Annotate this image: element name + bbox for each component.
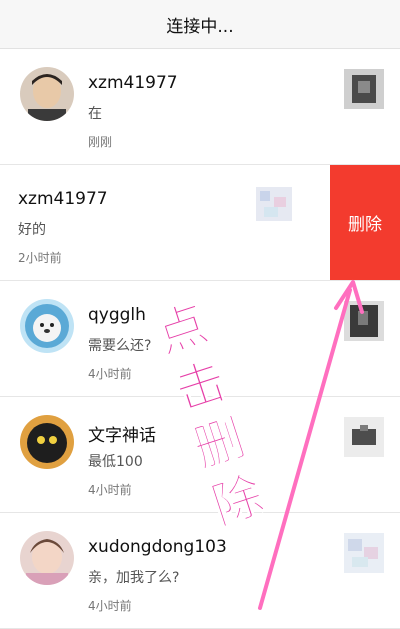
conversation-row[interactable]: xudongdong103 亲，加我了么? 4小时前 xyxy=(0,513,400,629)
user-avatar[interactable] xyxy=(20,531,74,585)
conversation-row[interactable]: 文字神话 最低100 4小时前 xyxy=(0,397,400,513)
message-time: 刚刚 xyxy=(88,135,113,149)
item-thumbnail[interactable] xyxy=(344,417,384,457)
conversation-row[interactable]: qygglh 需要么还? 4小时前 xyxy=(0,281,400,397)
last-message: 最低100 xyxy=(88,454,143,470)
user-avatar[interactable] xyxy=(20,67,74,121)
last-message: 亲，加我了么? xyxy=(88,570,180,586)
contact-name: qygglh xyxy=(88,305,146,325)
connection-status-title: 连接中... xyxy=(166,16,234,37)
contact-name: xzm41977 xyxy=(88,73,178,93)
message-time: 4小时前 xyxy=(88,599,132,613)
message-time: 4小时前 xyxy=(88,483,132,497)
contact-name: xudongdong103 xyxy=(88,537,227,557)
conversation-row-swiped[interactable]: xzm41977 好的 2小时前 删除 xyxy=(0,165,400,281)
contact-name: xzm41977 xyxy=(18,189,108,209)
user-avatar[interactable] xyxy=(20,415,74,469)
conversation-list: xzm41977 在 刚刚 xzm41977 好的 2小时前 删除 qygglh… xyxy=(0,49,400,629)
delete-button[interactable]: 删除 xyxy=(330,165,400,280)
last-message: 需要么还? xyxy=(88,338,152,354)
item-thumbnail[interactable] xyxy=(344,69,384,109)
message-time: 4小时前 xyxy=(88,367,132,381)
last-message: 在 xyxy=(88,106,102,122)
item-thumbnail[interactable] xyxy=(344,533,384,573)
item-thumbnail[interactable] xyxy=(256,187,292,221)
item-thumbnail[interactable] xyxy=(344,301,384,341)
message-time: 2小时前 xyxy=(18,251,62,265)
conversation-row[interactable]: xzm41977 在 刚刚 xyxy=(0,49,400,165)
user-avatar[interactable] xyxy=(20,299,74,353)
contact-name: 文字神话 xyxy=(88,426,156,446)
last-message: 好的 xyxy=(18,222,46,238)
top-bar: 连接中... xyxy=(0,0,400,49)
